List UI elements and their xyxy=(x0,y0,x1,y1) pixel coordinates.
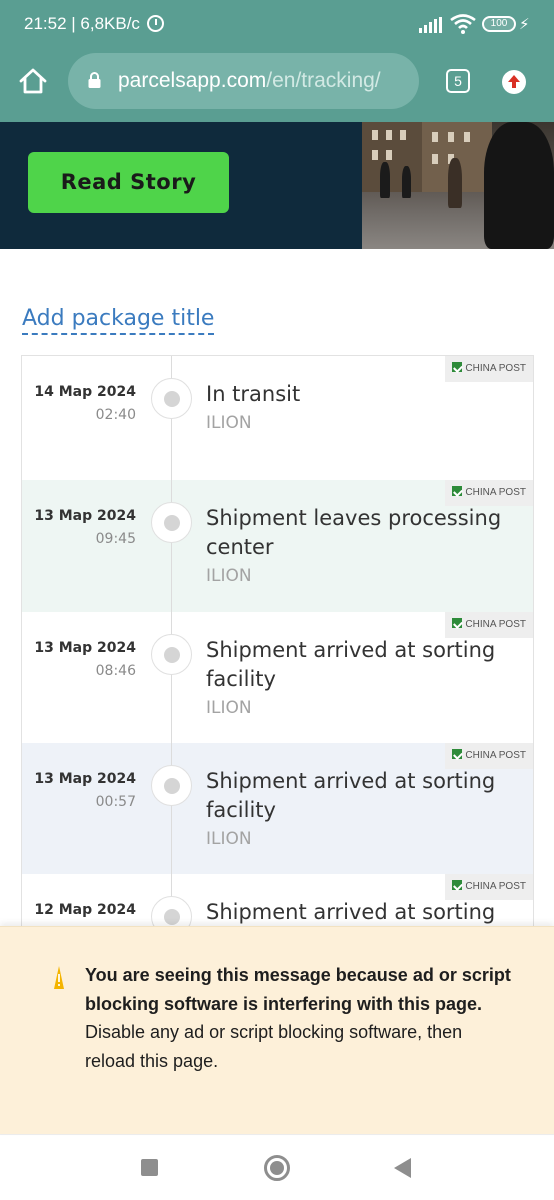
china-post-logo-icon xyxy=(452,749,463,760)
event-details: In transit ILION xyxy=(206,380,524,438)
event-date: 12 Мар 2024 xyxy=(34,902,136,918)
status-bar: 21:52 | 6,8KB/с 100 ⚡ xyxy=(0,0,554,50)
back-icon[interactable] xyxy=(394,1158,411,1178)
china-post-logo-icon xyxy=(452,880,463,891)
tracking-timeline: CHINA POST 14 Мар 2024 02:40 In transit … xyxy=(21,355,534,935)
signal-icon xyxy=(419,17,443,33)
notice-body-text: Disable any ad or script blocking softwa… xyxy=(85,1022,463,1071)
carrier-badge: CHINA POST xyxy=(445,480,533,506)
event-status: Shipment leaves processing center xyxy=(206,506,502,559)
carrier-badge: CHINA POST xyxy=(445,874,533,900)
add-package-title-link[interactable]: Add package title xyxy=(22,306,215,335)
carrier-badge: CHINA POST xyxy=(445,356,533,382)
event-status: Shipment arrived at sorting xyxy=(206,900,496,924)
home-circle-icon[interactable] xyxy=(264,1155,290,1181)
read-story-button[interactable]: Read Story xyxy=(28,152,229,213)
promo-banner: Read Story xyxy=(0,122,554,249)
carrier-name: CHINA POST xyxy=(465,487,526,498)
china-post-logo-icon xyxy=(452,618,463,629)
url-host: parcelsapp.com xyxy=(118,69,267,92)
notice-bold-text: You are seeing this message because ad o… xyxy=(85,965,511,1014)
event-date: 13 Мар 2024 xyxy=(34,508,136,524)
battery-icon: 100 xyxy=(482,16,516,32)
event-details: Shipment leaves processing center ILION xyxy=(206,504,524,591)
event-status: In transit xyxy=(206,382,301,406)
event-date: 13 Мар 2024 xyxy=(34,771,136,787)
adblock-notice: You are seeing this message because ad o… xyxy=(0,926,554,1134)
event-time: 08:46 xyxy=(95,663,136,679)
banner-photo xyxy=(362,122,554,249)
carrier-name: CHINA POST xyxy=(465,363,526,374)
event-row: CHINA POST 13 Мар 2024 08:46 Shipment ar… xyxy=(22,612,533,743)
home-icon[interactable] xyxy=(18,66,48,96)
event-date: 13 Мар 2024 xyxy=(34,640,136,656)
timeline-dot-icon xyxy=(151,765,192,806)
event-row: CHINA POST 14 Мар 2024 02:40 In transit … xyxy=(22,356,533,487)
carrier-badge: CHINA POST xyxy=(445,743,533,769)
event-date: 14 Мар 2024 xyxy=(34,384,136,400)
wifi-icon xyxy=(450,14,476,34)
event-location: ILION xyxy=(206,829,252,849)
timeline-dot-icon xyxy=(151,378,192,419)
carrier-badge: CHINA POST xyxy=(445,612,533,638)
event-time: 09:45 xyxy=(95,531,136,547)
address-bar[interactable]: parcelsapp.com/en/tracking/ xyxy=(68,53,419,109)
timeline-dot-icon xyxy=(151,634,192,675)
event-location: ILION xyxy=(206,413,252,433)
event-time: 02:40 xyxy=(95,407,136,423)
china-post-logo-icon xyxy=(452,362,463,373)
url-text: parcelsapp.com/en/tracking/ xyxy=(118,69,381,93)
update-icon[interactable] xyxy=(502,70,526,94)
warning-icon xyxy=(53,965,65,991)
event-details: Shipment arrived at sorting facility ILI… xyxy=(206,636,524,723)
event-details: Shipment arrived at sorting facility ILI… xyxy=(206,767,524,854)
carrier-name: CHINA POST xyxy=(465,750,526,761)
event-row: CHINA POST 13 Мар 2024 00:57 Shipment ar… xyxy=(22,743,533,874)
carrier-name: CHINA POST xyxy=(465,619,526,630)
charging-icon: ⚡ xyxy=(519,15,530,33)
notice-text: You are seeing this message because ad o… xyxy=(85,961,515,1075)
url-path: /en/tracking/ xyxy=(266,69,381,92)
event-status: Shipment arrived at sorting facility xyxy=(206,638,496,691)
event-location: ILION xyxy=(206,698,252,718)
status-time: 21:52 | 6,8KB/с xyxy=(24,14,140,33)
lock-icon xyxy=(88,72,101,88)
timeline-dot-icon xyxy=(151,502,192,543)
event-time: 00:57 xyxy=(95,794,136,810)
banner-partial-heading xyxy=(60,122,280,128)
tabs-button[interactable]: 5 xyxy=(446,69,470,93)
alarm-icon xyxy=(147,15,164,32)
browser-toolbar: parcelsapp.com/en/tracking/ 5 xyxy=(0,50,554,122)
event-row: CHINA POST 13 Мар 2024 09:45 Shipment le… xyxy=(22,480,533,612)
event-status: Shipment arrived at sorting facility xyxy=(206,769,496,822)
event-location: ILION xyxy=(206,566,252,586)
carrier-name: CHINA POST xyxy=(465,881,526,892)
system-navigation-bar xyxy=(0,1134,554,1200)
china-post-logo-icon xyxy=(452,486,463,497)
recents-icon[interactable] xyxy=(141,1159,158,1176)
event-details: Shipment arrived at sorting xyxy=(206,898,524,927)
